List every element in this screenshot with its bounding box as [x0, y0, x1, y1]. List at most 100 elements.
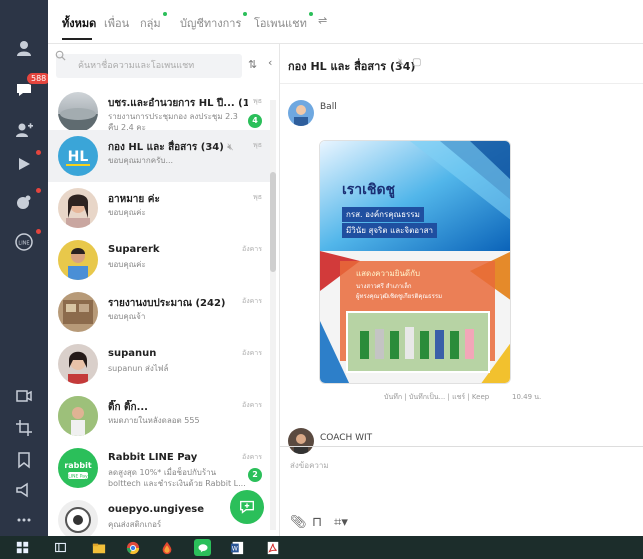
sort-icon[interactable]: ⇅	[248, 58, 257, 71]
avatar	[58, 92, 98, 132]
avatar	[58, 500, 98, 536]
copy-icon[interactable]: ▢	[412, 57, 421, 68]
list-item[interactable]: rabbit LINE Pay Rabbit LINE Pay ลดสูงสุด …	[48, 442, 270, 494]
svg-text:W: W	[231, 545, 237, 552]
tab-groups[interactable]: กลุ่ม	[140, 12, 167, 32]
windows-taskbar: W	[0, 536, 643, 559]
chat-time: อังคาร	[242, 245, 262, 253]
sender-avatar[interactable]	[288, 100, 314, 126]
svg-text:rabbit: rabbit	[64, 461, 92, 470]
list-scrollbar-track[interactable]	[270, 100, 276, 530]
pdf-reader-icon[interactable]	[264, 539, 281, 556]
chat-panel: กอง HL และ สื่อสาร (34) 🔇︎ ▢ Ball เราเชิ…	[280, 44, 643, 536]
drop-app-icon[interactable]	[158, 539, 175, 556]
crop-icon[interactable]	[12, 416, 36, 440]
keep-icon[interactable]: ⊓	[312, 515, 322, 530]
chat-name: Suparerk	[108, 244, 160, 255]
chat-time: พุธ	[253, 193, 262, 201]
avatar	[58, 240, 98, 280]
windows-start-icon[interactable]	[14, 539, 31, 556]
collapse-list-icon[interactable]: ‹	[268, 56, 272, 69]
chat-name: กอง HL และ สื่อสาร (34) 🔇︎	[108, 140, 248, 155]
list-item[interactable]: HL กอง HL และ สื่อสาร (34) 🔇︎ ขอบคุณมากค…	[48, 130, 270, 182]
message-actions[interactable]: บันทึก | บันทึกเป็น... | แชร์ | Keep	[384, 392, 489, 403]
line-app-window: 588 LINE ทั้งหมด เพื่อน กลุ่ม บัญชีทางกา…	[0, 0, 643, 536]
openchat-dot	[36, 229, 41, 234]
chat-preview: ลดสูงสุด 10%* เมื่อช็อปกับร้าน bolttech …	[108, 468, 246, 488]
word-icon[interactable]: W	[228, 539, 245, 556]
tab-official-label: บัญชีทางการ	[180, 17, 242, 30]
attach-icon[interactable]: 📎︎	[290, 515, 307, 530]
task-view-icon[interactable]	[52, 539, 69, 556]
chat-preview: หมดภายในหลังดลอต 555	[108, 416, 200, 425]
chat-time: อังคาร	[242, 453, 262, 461]
message-input[interactable]: ส่งข้อความ	[290, 459, 329, 472]
avatar: rabbit LINE Pay	[58, 448, 98, 488]
image-message[interactable]: เราเชิดชู กรส. องค์กรคุณธรรม มีวินัย สุจ…	[319, 140, 511, 384]
avatar: HL	[58, 136, 98, 176]
more-icon[interactable]	[12, 508, 36, 532]
svg-text:LINE Pay: LINE Pay	[68, 474, 88, 480]
tab-groups-dot	[162, 12, 167, 16]
poster-headline: เราเชิดชู	[342, 182, 396, 198]
svg-text:HL: HL	[68, 149, 89, 165]
tab-openchat-label: โอเพนแชท	[254, 17, 307, 30]
list-item[interactable]: Suparerk ขอบคุณค่ะ อังคาร	[48, 234, 270, 286]
search-icon	[55, 50, 66, 61]
list-item[interactable]: รายงานงบประมาณ (242) ขอบคุณจ้า อังคาร	[48, 286, 270, 338]
file-explorer-icon[interactable]	[90, 539, 107, 556]
chat-time: อังคาร	[242, 401, 262, 409]
news-icon[interactable]	[12, 190, 36, 214]
sender-name: COACH WIT	[320, 433, 373, 443]
avatar	[58, 344, 98, 384]
add-friend-icon[interactable]	[12, 118, 36, 142]
poster-sub1: นางสาวศรี สำเภาเล็ก	[356, 283, 412, 290]
unread-count-badge: 4	[248, 114, 262, 128]
poster-caption: แสดงความยินดีกับ	[356, 269, 421, 278]
chat-name: supanun	[108, 348, 157, 359]
chat-name: รายงานงบประมาณ (242)	[108, 298, 226, 309]
list-item[interactable]: ติ๊ก ติ๊ก... หมดภายในหลังดลอต 555 อังคาร	[48, 390, 270, 442]
screenshot-icon[interactable]: ⌗▾	[334, 515, 348, 530]
chat-name-text: กอง HL และ สื่อสาร (34)	[108, 142, 224, 153]
tab-openchat[interactable]: โอเพนแชท	[254, 12, 313, 32]
list-item[interactable]: อาหมาย ค่ะ ขอบคุณค่ะ พุธ	[48, 182, 270, 234]
avatar	[58, 292, 98, 332]
video-call-icon[interactable]	[12, 384, 36, 408]
search-input[interactable]: ค้นหาชื่อความและโอเพนแชท	[56, 54, 242, 78]
tab-friends[interactable]: เพื่อน	[104, 14, 129, 32]
message-time: 10.49 น.	[512, 393, 542, 401]
line-taskbar-icon[interactable]	[194, 539, 211, 556]
keep-icon[interactable]	[12, 448, 36, 472]
tab-official-dot	[243, 12, 248, 16]
new-chat-button[interactable]	[230, 490, 264, 524]
line-openchat-icon[interactable]: LINE	[12, 230, 36, 254]
filter-tabs: ทั้งหมด เพื่อน กลุ่ม บัญชีทางการ โอเพนแช…	[48, 0, 643, 44]
voom-icon[interactable]	[12, 152, 36, 176]
chrome-icon[interactable]	[124, 539, 141, 556]
chat-time: พุธ	[253, 141, 262, 149]
filter-settings-icon[interactable]: ⇌	[318, 14, 327, 27]
tab-groups-label: กลุ่ม	[140, 17, 161, 30]
chat-preview: ขอบคุณค่ะ	[108, 208, 146, 217]
poster-line2: มีวินัย สุจริต และจิตอาสา	[342, 223, 437, 238]
new-chat-icon	[240, 500, 254, 514]
chat-time: อังคาร	[242, 297, 262, 305]
poster-line1: กรส. องค์กรคุณธรรม	[342, 207, 424, 222]
chat-time: อังคาร	[242, 349, 262, 357]
tab-official[interactable]: บัญชีทางการ	[180, 12, 248, 32]
chat-name: อาหมาย ค่ะ	[108, 194, 160, 205]
chat-name: ouepyo.ungiyese	[108, 504, 204, 515]
left-rail: 588 LINE	[0, 0, 52, 536]
chat-preview: supanun ส่งไฟล์	[108, 364, 169, 373]
announcement-icon[interactable]	[12, 478, 36, 502]
sender-name: Ball	[320, 102, 337, 112]
chat-preview: ขอบคุณค่ะ	[108, 260, 146, 269]
muted-icon: 🔇︎	[227, 142, 234, 153]
tab-all[interactable]: ทั้งหมด	[62, 14, 96, 32]
friends-icon[interactable]	[12, 36, 36, 60]
message-composer[interactable]: ส่งข้อความ 📎︎ ⊓ ⌗▾	[280, 446, 643, 536]
list-scrollbar-thumb[interactable]	[270, 172, 276, 272]
list-item[interactable]: supanun supanun ส่งไฟล์ อังคาร	[48, 338, 270, 390]
avatar	[58, 188, 98, 228]
